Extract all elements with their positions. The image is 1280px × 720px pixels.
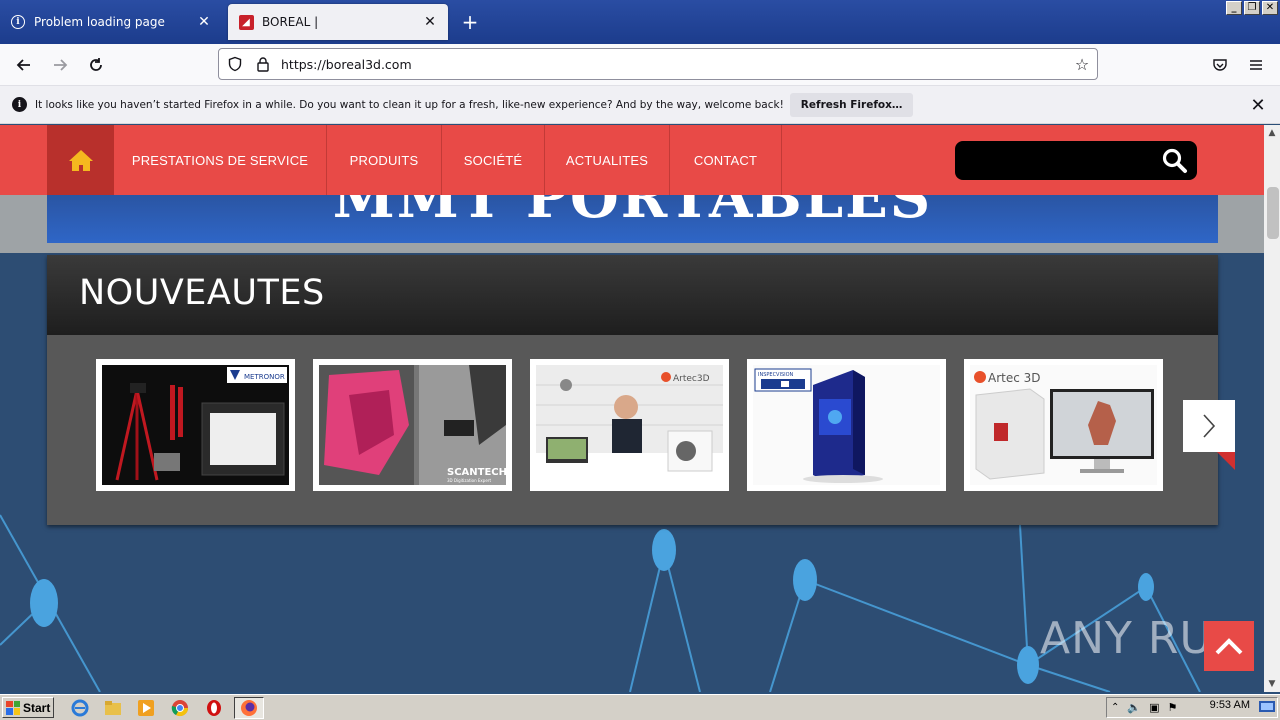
forward-button[interactable] bbox=[46, 52, 74, 78]
menu-societe[interactable]: SOCIÉTÉ bbox=[442, 125, 545, 195]
windows-logo-icon bbox=[6, 700, 20, 715]
clock[interactable]: 9:53 AM bbox=[1210, 699, 1250, 711]
reload-button[interactable] bbox=[82, 52, 110, 78]
window-controls: _ ❐ ✕ bbox=[1226, 1, 1278, 15]
ie-icon[interactable] bbox=[70, 698, 90, 718]
news-panel-header: NOUVEAUTES bbox=[47, 255, 1218, 335]
info-icon: i bbox=[10, 14, 26, 30]
brand-label: INSPECVISION bbox=[758, 372, 794, 378]
new-tab-button[interactable]: + bbox=[458, 10, 482, 34]
info-icon: i bbox=[12, 97, 27, 112]
site-search bbox=[955, 141, 1197, 180]
start-button[interactable]: Start bbox=[2, 697, 54, 718]
show-desktop-icon[interactable] bbox=[1259, 701, 1275, 714]
tab-title: Problem loading page bbox=[34, 15, 165, 29]
scroll-down-arrow-icon[interactable]: ▼ bbox=[1264, 676, 1280, 692]
nav-toolbar: ☆ bbox=[0, 44, 1280, 86]
refresh-notification-bar: i It looks like you haven’t started Fire… bbox=[0, 86, 1280, 124]
shield-icon[interactable] bbox=[221, 50, 249, 78]
network-icon[interactable]: ▣ bbox=[1149, 701, 1159, 714]
corner-ribbon bbox=[1217, 452, 1235, 470]
reload-icon bbox=[90, 58, 102, 71]
start-label: Start bbox=[23, 700, 51, 715]
forward-arrow-icon bbox=[54, 59, 68, 71]
url-bar[interactable]: ☆ bbox=[218, 48, 1098, 80]
close-notification-icon[interactable]: ✕ bbox=[1248, 95, 1268, 116]
system-tray: ⌃ 🔈 ▣ ⚑ bbox=[1106, 697, 1278, 718]
carousel-next-button[interactable] bbox=[1183, 400, 1235, 452]
product-image: SCANTECH 3D Digitization Expert bbox=[319, 365, 506, 485]
page-viewport: MMT PORTABLES PRESTATIONS DE SERVICE PRO… bbox=[0, 125, 1264, 692]
product-card-artec-scanner[interactable]: Artec3D bbox=[530, 359, 729, 491]
brand-label: Artec 3D bbox=[988, 371, 1041, 385]
tab-title: BOREAL | bbox=[262, 15, 319, 29]
menu-produits[interactable]: PRODUITS bbox=[327, 125, 442, 195]
scrollbar-thumb[interactable] bbox=[1267, 187, 1279, 239]
product-image: Artec 3D bbox=[970, 365, 1157, 485]
close-tab-icon[interactable]: ✕ bbox=[196, 14, 212, 30]
scroll-up-arrow-icon[interactable]: ▲ bbox=[1264, 125, 1280, 141]
product-card-artec-software[interactable]: Artec 3D bbox=[964, 359, 1163, 491]
taskbar: Start ⌃ 🔈 ▣ ⚑ 9:53 AM bbox=[0, 694, 1280, 720]
firefox-taskbar-button[interactable] bbox=[234, 697, 264, 719]
search-icon[interactable] bbox=[1161, 147, 1189, 175]
product-image: INSPECVISION bbox=[753, 365, 940, 485]
flag-icon[interactable]: ⚑ bbox=[1168, 701, 1178, 714]
tab-strip: i Problem loading page ✕ ◢ BOREAL | ✕ + … bbox=[0, 0, 1280, 44]
pocket-icon bbox=[1213, 59, 1227, 71]
page-scrollbar[interactable]: ▲ ▼ bbox=[1264, 125, 1280, 692]
product-card-metronor[interactable]: METRONOR bbox=[96, 359, 295, 491]
boreal-favicon-icon: ◢ bbox=[238, 14, 254, 30]
product-image: METRONOR bbox=[102, 365, 289, 485]
brand-label: SCANTECH bbox=[447, 467, 506, 478]
tab-problem-loading[interactable]: i Problem loading page ✕ bbox=[0, 4, 222, 40]
hero-banner: MMT PORTABLES bbox=[47, 195, 1218, 243]
app-menu-button[interactable] bbox=[1242, 52, 1270, 78]
close-window-button[interactable]: ✕ bbox=[1262, 1, 1278, 15]
chevron-up-icon bbox=[1215, 638, 1243, 655]
minimize-button[interactable]: _ bbox=[1226, 1, 1242, 15]
product-card-inspecvision[interactable]: INSPECVISION bbox=[747, 359, 946, 491]
folder-icon[interactable] bbox=[103, 698, 123, 718]
news-panel: NOUVEAUTES METRONOR SCANTECH 3D Digitiza… bbox=[47, 255, 1235, 525]
site-menu: PRESTATIONS DE SERVICE PRODUITS SOCIÉTÉ … bbox=[0, 125, 1264, 195]
product-image: Artec3D bbox=[536, 365, 723, 485]
brand-label: METRONOR bbox=[244, 373, 285, 381]
volume-icon[interactable]: 🔈 bbox=[1127, 701, 1141, 714]
tray-expand-icon[interactable]: ⌃ bbox=[1111, 702, 1119, 713]
tab-boreal[interactable]: ◢ BOREAL | ✕ bbox=[228, 4, 448, 40]
brand-label: Artec3D bbox=[673, 374, 710, 384]
refresh-firefox-button[interactable]: Refresh Firefox… bbox=[789, 92, 914, 117]
restore-button[interactable]: ❐ bbox=[1244, 1, 1260, 15]
media-player-icon[interactable] bbox=[136, 698, 156, 718]
chevron-right-icon bbox=[1203, 414, 1216, 438]
back-to-top-button[interactable] bbox=[1204, 621, 1254, 671]
lock-icon[interactable] bbox=[249, 50, 277, 78]
section-title: NOUVEAUTES bbox=[79, 273, 325, 313]
bookmark-star-icon[interactable]: ☆ bbox=[1067, 55, 1097, 74]
chrome-icon[interactable] bbox=[170, 698, 190, 718]
notification-text: It looks like you haven’t started Firefo… bbox=[35, 98, 784, 111]
menu-contact[interactable]: CONTACT bbox=[670, 125, 782, 195]
banner-title: MMT PORTABLES bbox=[332, 195, 933, 231]
menu-actualites[interactable]: ACTUALITES bbox=[545, 125, 670, 195]
pocket-button[interactable] bbox=[1206, 52, 1234, 78]
menu-prestations[interactable]: PRESTATIONS DE SERVICE bbox=[114, 125, 327, 195]
brand-tagline: 3D Digitization Expert bbox=[447, 478, 491, 483]
firefox-icon bbox=[241, 700, 257, 716]
back-button[interactable] bbox=[10, 52, 38, 78]
opera-icon[interactable] bbox=[204, 698, 224, 718]
search-input[interactable] bbox=[965, 149, 1155, 171]
hamburger-icon bbox=[1250, 60, 1262, 70]
back-arrow-icon bbox=[16, 59, 30, 71]
home-icon bbox=[68, 150, 93, 171]
home-button[interactable] bbox=[47, 125, 114, 195]
product-card-scantech[interactable]: SCANTECH 3D Digitization Expert bbox=[313, 359, 512, 491]
url-input[interactable] bbox=[277, 56, 1067, 72]
close-tab-icon[interactable]: ✕ bbox=[422, 14, 438, 30]
